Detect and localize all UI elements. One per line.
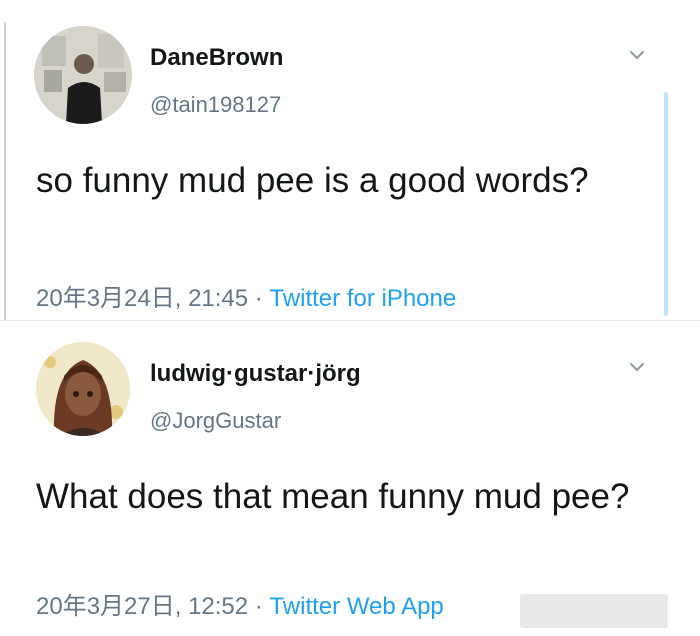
avatar[interactable] — [36, 342, 130, 436]
timestamp[interactable]: 20年3月24日, 21:45 — [36, 285, 248, 312]
chevron-down-icon[interactable] — [628, 46, 646, 64]
tweet-card[interactable]: DaneBrown @tain198127 so funny mud pee i… — [0, 0, 700, 320]
tweet-text: What does that mean funny mud pee? — [36, 477, 630, 516]
user-photo-avatar-icon — [34, 26, 132, 124]
meta-separator: · — [248, 593, 270, 620]
timestamp[interactable]: 20年3月27日, 12:52 — [36, 593, 248, 620]
tweet-card[interactable]: ludwig·gustar·jörg @JorgGustar What does… — [0, 320, 700, 636]
anime-character-avatar-icon — [36, 342, 130, 436]
display-name[interactable]: ludwig·gustar·jörg — [150, 360, 361, 388]
display-name[interactable]: DaneBrown — [150, 44, 283, 72]
user-handle[interactable]: @tain198127 — [150, 92, 281, 118]
avatar[interactable] — [34, 26, 132, 124]
tweet-source-link[interactable]: Twitter Web App — [269, 593, 443, 620]
tweet-meta: 20年3月27日, 12:52 · Twitter Web App — [36, 586, 444, 621]
user-handle[interactable]: @JorgGustar — [150, 408, 281, 434]
tweet-text: so funny mud pee is a good words? — [36, 161, 589, 200]
tweet-meta: 20年3月24日, 21:45 · Twitter for iPhone — [36, 278, 456, 313]
chevron-down-icon[interactable] — [628, 358, 646, 376]
watermark-blur — [520, 594, 668, 628]
meta-separator: · — [248, 285, 270, 312]
tweet-source-link[interactable]: Twitter for iPhone — [269, 285, 456, 312]
